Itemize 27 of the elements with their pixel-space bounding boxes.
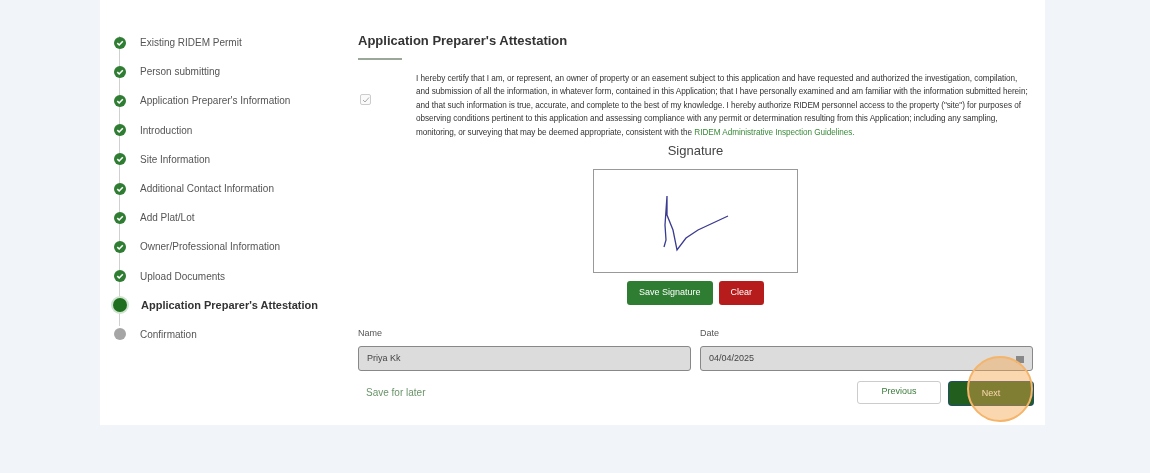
step-label[interactable]: Existing RIDEM Permit [140,35,242,51]
date-field[interactable]: 04/04/2025 [700,346,1033,372]
step-label[interactable]: Site Information [140,151,211,167]
step-label[interactable]: Confirmation [140,326,197,342]
calendar-icon[interactable] [1016,354,1024,363]
step-label[interactable]: Upload Documents [140,268,226,284]
step-label[interactable]: Application Preparer's Attestation [141,297,319,314]
field-label: Date [700,326,719,340]
guidelines-link[interactable]: RIDEM Administrative Inspection Guidelines. [694,127,855,137]
save-signature-button[interactable]: Save Signature [626,280,713,305]
signature-title: Signature [667,142,724,161]
save-for-later-link[interactable]: Save for later [366,384,857,400]
name-field[interactable]: Priya Kk [358,346,691,372]
field-label: Name [358,326,382,340]
signature-stroke [663,194,729,252]
section-title: Application Preparer's Attestation [358,32,568,50]
attestation-text: I hereby certify that I am, or represent, an owner of property or an easement subject to this application and have requested and authorized the investigation, compilation, and submission of all the information, in whatever form, contained in this Application; that I have personally examined and am familiar with the information submitted herein; and that such information is true, accurate, and complete to the best of my knowledge. I hereby authorize RIDEM personnel access to the property ("site") for purposes of observing conditions pertinent to this application and assessing compliance with any permit or determination resulting from this Application; including any sampling, monitoring, or surveying that may be deemed appropriate, consistent with the RIDEM Administrative Inspection Guidelines. [416,73,1029,139]
clear-button[interactable]: Clear [718,280,765,305]
step-label[interactable]: Add Plat/Lot [140,210,195,226]
previous-button[interactable]: Previous [857,380,941,404]
step-label[interactable]: Introduction [140,122,193,138]
signature-pad[interactable] [593,168,798,273]
attestation-checkbox[interactable] [360,94,371,105]
step-label[interactable]: Additional Contact Information [140,181,274,197]
step-label[interactable]: Person submitting [140,64,221,80]
step-label[interactable]: Application Preparer's Information [140,93,291,109]
step-label[interactable]: Owner/Professional Information [140,239,281,255]
